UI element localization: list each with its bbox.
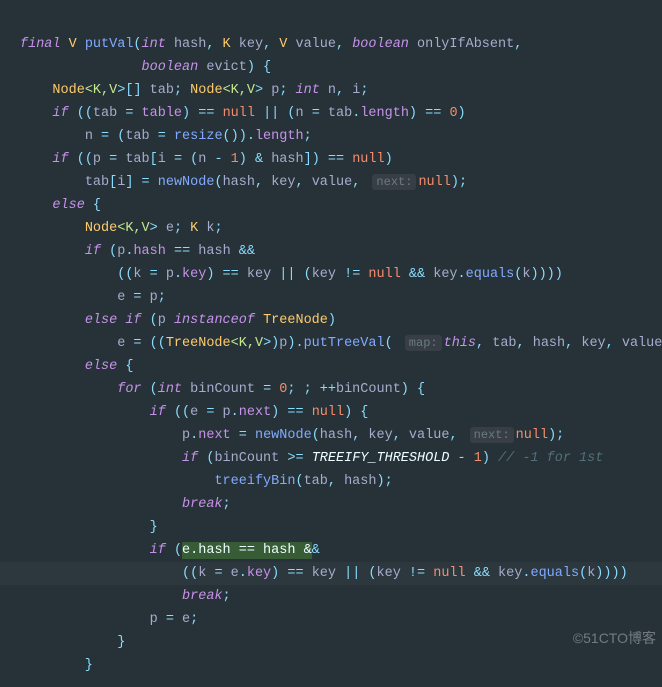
line: Node<K,V> e; K k; xyxy=(20,221,223,236)
selection-highlight: e.hash == hash & xyxy=(182,542,312,559)
line: tab[i] = newNode(hash, key, value, next:… xyxy=(20,175,467,190)
line: } xyxy=(20,520,158,535)
code-block: final V putVal(int hash, K key, V value,… xyxy=(0,0,662,687)
line: break; xyxy=(20,497,231,512)
param-hint: next: xyxy=(372,174,416,190)
line: else { xyxy=(20,198,101,213)
line: p = e; xyxy=(20,612,198,627)
line: if (binCount >= TREEIFY_THRESHOLD - 1) /… xyxy=(20,451,603,466)
line: final V putVal(int hash, K key, V value,… xyxy=(20,37,522,52)
line: treeifyBin(tab, hash); xyxy=(20,474,393,489)
line: for (int binCount = 0; ; ++binCount) { xyxy=(20,382,425,397)
line: break; xyxy=(20,589,231,604)
line: else { xyxy=(20,359,133,374)
line: if ((p = tab[i = (n - 1) & hash]) == nul… xyxy=(20,152,393,167)
line: } xyxy=(20,635,125,650)
line: p.next = newNode(hash, key, value, next:… xyxy=(20,428,564,443)
param-hint: map: xyxy=(405,335,442,351)
param-hint: next: xyxy=(470,427,514,443)
line: if (p.hash == hash && xyxy=(20,244,255,259)
line: else if (p instanceof TreeNode) xyxy=(20,313,336,328)
line: } xyxy=(20,658,93,673)
line: boolean evict) { xyxy=(20,60,271,75)
line: if (e.hash == hash && xyxy=(20,542,320,559)
line: ((k = p.key) == key || (key != null && k… xyxy=(20,267,563,282)
line: e = ((TreeNode<K,V>)p).putTreeVal( map:t… xyxy=(20,336,662,351)
line: n = (tab = resize()).length; xyxy=(20,129,312,144)
line: if ((e = p.next) == null) { xyxy=(20,405,368,420)
line: if ((tab = table) == null || (n = tab.le… xyxy=(20,106,466,121)
line-highlighted: ((k = e.key) == key || (key != null && k… xyxy=(0,562,662,585)
line: Node<K,V>[] tab; Node<K,V> p; int n, i; xyxy=(20,83,368,98)
line: e = p; xyxy=(20,290,166,305)
